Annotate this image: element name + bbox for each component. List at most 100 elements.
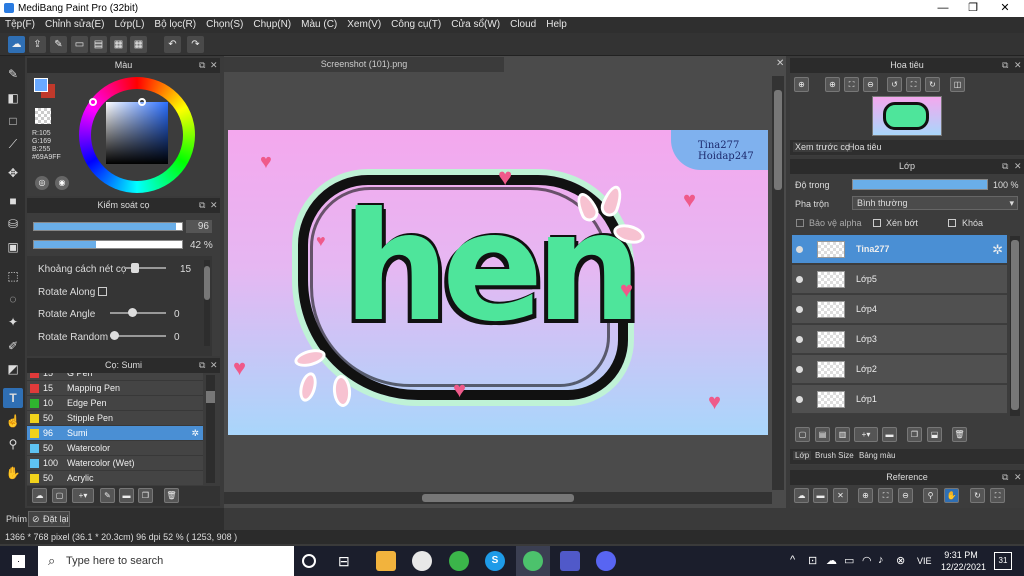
tab-navigator[interactable]: Hoa tiêu [848, 142, 882, 152]
zoom-in-icon[interactable]: ⊕ [858, 488, 873, 503]
sv-cursor[interactable] [138, 98, 146, 106]
fit-icon[interactable]: ⛶ [844, 77, 859, 92]
document-close-icon[interactable]: ✕ [776, 58, 784, 69]
cloud-brush-icon[interactable]: ☁ [32, 488, 47, 503]
layer-row[interactable]: Lớp1 [792, 385, 1007, 414]
panel-close-icon[interactable]: ✕ [210, 358, 218, 373]
layer-row[interactable]: Lớp5 [792, 265, 1007, 294]
meet-icon[interactable]: ⊡ [808, 554, 817, 567]
rotate-right-icon[interactable]: ↻ [925, 77, 940, 92]
rotate-angle-track[interactable] [110, 312, 166, 314]
brush-size-slider[interactable] [33, 222, 183, 231]
clipping-checkbox[interactable] [873, 219, 881, 227]
brush-list-scrollbar[interactable] [206, 375, 215, 483]
add-brush-icon[interactable]: +▾ [72, 488, 94, 503]
brush-list-item[interactable]: 10 Edge Pen [27, 396, 203, 411]
hue-cursor[interactable] [89, 98, 97, 106]
layer-row[interactable]: Lớp2 [792, 355, 1007, 384]
visibility-icon[interactable] [796, 366, 803, 373]
gear-icon[interactable]: ✲ [992, 242, 1003, 258]
blend-mode-select[interactable]: Bình thường ▾ [852, 196, 1018, 210]
lasso-tool-icon[interactable]: ◌ [3, 289, 23, 309]
app-icon-green[interactable] [449, 551, 469, 571]
hand-icon[interactable]: ✋ [944, 488, 959, 503]
undock-icon[interactable]: ⧉ [199, 358, 205, 373]
select-tool-icon[interactable]: ⬚ [3, 266, 23, 286]
windows-start-icon[interactable] [12, 555, 25, 568]
grid-icon[interactable]: ▦ [130, 36, 147, 53]
panel-close-icon[interactable]: ✕ [1014, 159, 1022, 174]
layer-scroll-thumb[interactable] [1011, 240, 1019, 410]
wifi-icon[interactable]: ◠ [862, 554, 872, 567]
text-tool-icon[interactable]: T [3, 388, 23, 408]
lock-checkbox[interactable] [948, 219, 956, 227]
zoom-in-icon[interactable]: ⊕ [794, 77, 809, 92]
transparent-color-swatch[interactable] [35, 108, 51, 124]
magic-wand-icon[interactable]: ✦ [3, 312, 23, 332]
add-layer-dropdown-icon[interactable]: +▾ [854, 427, 878, 442]
shape-tool-icon[interactable]: □ [3, 111, 23, 131]
redo-icon[interactable]: ↷ [187, 36, 204, 53]
eyedropper-icon[interactable]: ⚲ [3, 434, 23, 454]
brush-size-value[interactable]: 96 [186, 220, 212, 233]
zoom-in-icon[interactable]: ⊕ [825, 77, 840, 92]
new-layer-icon[interactable]: ▢ [795, 427, 810, 442]
chevron-up-icon[interactable]: ^ [790, 554, 795, 566]
new-halftone-layer-icon[interactable]: ▤ [815, 427, 830, 442]
tab-brush-preview[interactable]: Xem trước cọ [793, 142, 852, 152]
maximize-button[interactable]: ❐ [958, 0, 988, 17]
cloud-icon[interactable]: ☁ [8, 36, 25, 53]
menu-view[interactable]: Xem(V) [342, 17, 386, 33]
delete-brush-icon[interactable]: 🗑 [164, 488, 179, 503]
duplicate-brush-icon[interactable]: ❐ [138, 488, 153, 503]
minimize-button[interactable]: — [928, 0, 958, 17]
move-tool-icon[interactable]: ✥ [3, 163, 23, 183]
volume-icon[interactable]: ♪ [878, 554, 884, 566]
undock-icon[interactable]: ⧉ [1002, 58, 1008, 73]
new-8bit-layer-icon[interactable]: ▥ [835, 427, 850, 442]
fit-icon[interactable]: ⛶ [878, 488, 893, 503]
horizontal-scrollbar[interactable] [224, 492, 772, 504]
tab-palette[interactable]: Bảng màu [859, 451, 895, 460]
protect-alpha-checkbox[interactable] [796, 219, 804, 227]
menu-tools[interactable]: Công cụ(T) [386, 17, 446, 33]
operation-tool-icon[interactable]: ☝ [3, 411, 23, 431]
brush-list-scroll-thumb[interactable] [206, 391, 215, 403]
undock-icon[interactable]: ⧉ [1002, 470, 1008, 485]
battery-icon[interactable]: ▭ [844, 554, 854, 567]
cloud-icon[interactable]: ☁ [826, 554, 837, 567]
gradient-tool-icon[interactable]: ▣ [3, 237, 23, 257]
cloud-open-icon[interactable]: ☁ [794, 488, 809, 503]
menu-file[interactable]: Tệp(F) [0, 17, 40, 33]
menu-color[interactable]: Màu (C) [296, 17, 342, 33]
edit-brush-icon[interactable]: ✎ [100, 488, 115, 503]
brush-list-item[interactable]: 15 Mapping Pen [27, 381, 203, 396]
bucket-tool-icon[interactable]: ⛁ [3, 214, 23, 234]
artboard[interactable]: Tina277 Hoidap247 hen ♥ ♥ ♥ ♥ ♥ ♥ ♥ ♥ [228, 130, 768, 435]
folder-icon[interactable]: ▬ [119, 488, 134, 503]
tab-brush-size[interactable]: Brush Size [815, 451, 854, 460]
tab-layer[interactable]: Lớp [793, 451, 812, 460]
undo-icon[interactable]: ↶ [164, 36, 181, 53]
close-reference-icon[interactable]: ✕ [833, 488, 848, 503]
line-tool-icon[interactable]: ⟋ [3, 134, 23, 154]
visibility-icon[interactable] [796, 396, 803, 403]
brush-list-item[interactable]: 50 Stipple Pen [27, 411, 203, 426]
visibility-icon[interactable] [796, 276, 803, 283]
reset-button[interactable]: ⊘ Đặt lại [28, 511, 70, 527]
menu-snap[interactable]: Chụp(N) [248, 17, 296, 33]
widgets-icon[interactable]: ⊟ [338, 551, 358, 571]
gear-icon[interactable]: ✲ [191, 426, 199, 441]
reset-view-icon[interactable]: ⛶ [906, 77, 921, 92]
close-button[interactable]: ✕ [990, 0, 1020, 17]
rotate-icon[interactable]: ↻ [970, 488, 985, 503]
menu-edit[interactable]: Chỉnh sửa(E) [40, 17, 110, 33]
new-brush-icon[interactable]: ▢ [52, 488, 67, 503]
menu-cloud[interactable]: Cloud [505, 17, 541, 33]
color-history-icon[interactable]: ◎ [35, 176, 49, 190]
merge-layer-icon[interactable]: ⬓ [927, 427, 942, 442]
options-scrollbar[interactable] [204, 260, 210, 346]
hand-tool-icon[interactable]: ✋ [3, 463, 23, 483]
visibility-icon[interactable] [796, 336, 803, 343]
rotate-angle-thumb[interactable] [128, 308, 137, 317]
